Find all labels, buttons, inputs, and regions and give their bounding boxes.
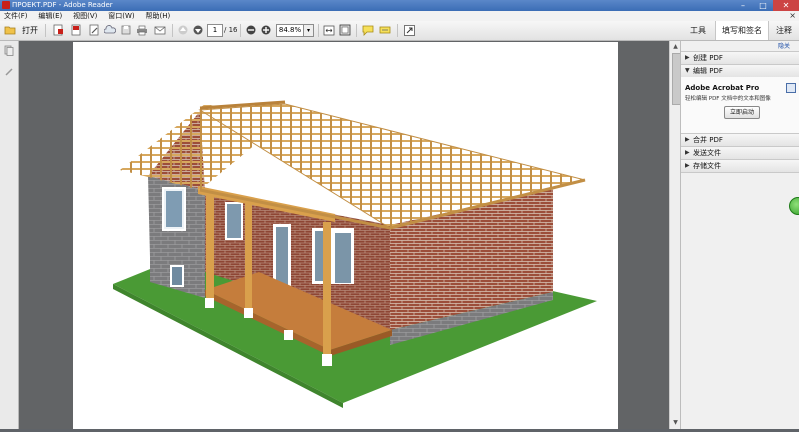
fit-width-icon[interactable] — [322, 23, 336, 37]
minimize-button[interactable]: – — [733, 0, 753, 11]
scroll-up-arrow-icon[interactable]: ▲ — [671, 42, 680, 51]
tools-task-pane: 隐关 ▶ 创建 PDF ▼ 编辑 PDF Adobe Acrobat Pro 轻… — [680, 41, 799, 429]
section-create-pdf[interactable]: ▶ 创建 PDF — [681, 51, 799, 65]
title-bar: ПРОЕКТ.PDF - Adobe Reader – □ ✕ — [0, 0, 799, 11]
section-combine-pdf[interactable]: ▶ 合并 PDF — [681, 133, 799, 147]
acrobat-pro-promo: Adobe Acrobat Pro 轻松编辑 PDF 文档中的文本和图像 立即启… — [681, 77, 799, 138]
section-label: 存储文件 — [693, 162, 721, 170]
export-pdf-icon[interactable] — [69, 23, 83, 37]
close-window-button[interactable]: ✕ — [773, 0, 799, 11]
maximize-button[interactable]: □ — [753, 0, 773, 11]
create-pdf-icon[interactable] — [51, 23, 65, 37]
start-now-button[interactable]: 立即启动 — [724, 106, 760, 119]
section-store-files[interactable]: ▶ 存储文件 — [681, 159, 799, 173]
window-title: ПРОЕКТ.PDF - Adobe Reader — [12, 1, 113, 9]
highlighter-icon[interactable] — [378, 23, 392, 37]
menu-window[interactable]: 窗口(W) — [104, 11, 138, 21]
toolbar-divider — [397, 24, 398, 37]
expand-arrow-icon: ▶ — [685, 162, 690, 169]
promo-description: 轻松编辑 PDF 文档中的文本和图像 — [685, 96, 771, 102]
save-icon[interactable] — [119, 23, 133, 37]
window-controls: – □ ✕ — [733, 0, 799, 11]
collapse-arrow-icon: ▼ — [685, 67, 690, 74]
open-label: 打开 — [22, 25, 38, 35]
fit-page-icon[interactable] — [338, 23, 352, 37]
house-framing-illustration — [113, 100, 597, 408]
tab-comment[interactable]: 注释 — [770, 21, 798, 40]
menu-view[interactable]: 视图(V) — [69, 11, 101, 21]
pdf-page[interactable] — [73, 42, 618, 429]
expand-arrow-icon: ▶ — [685, 54, 690, 61]
promo-title: Adobe Acrobat Pro — [685, 84, 760, 92]
tab-fill-and-sign[interactable]: 填写和签名 — [715, 21, 769, 40]
edit-document-icon[interactable] — [87, 23, 101, 37]
folder-open-icon[interactable] — [3, 23, 17, 37]
cloud-upload-icon[interactable] — [103, 23, 117, 37]
section-label: 创建 PDF — [693, 54, 723, 62]
arrow-up-icon[interactable] — [177, 23, 189, 37]
hide-pane-link[interactable]: 隐关 — [778, 41, 790, 50]
toolbar: 打开 1 / 16 84.8% ▾ — [0, 21, 799, 41]
expand-icon[interactable] — [402, 23, 416, 37]
printer-icon[interactable] — [135, 23, 149, 37]
expand-arrow-icon: ▶ — [685, 136, 690, 143]
open-button[interactable]: 打开 — [19, 23, 41, 37]
adobe-reader-app-icon — [2, 1, 10, 9]
toolbar-divider — [172, 24, 173, 37]
menu-file[interactable]: 文件(F) — [0, 11, 32, 21]
page-number-input[interactable]: 1 — [207, 24, 223, 37]
expand-arrow-icon: ▶ — [685, 149, 690, 156]
speech-bubble-icon[interactable] — [361, 23, 375, 37]
menu-help[interactable]: 帮助(H) — [142, 11, 175, 21]
email-icon[interactable] — [153, 23, 167, 37]
tab-tools[interactable]: 工具 — [683, 21, 713, 40]
section-send-files[interactable]: ▶ 发送文件 — [681, 146, 799, 160]
minus-icon[interactable] — [245, 23, 257, 37]
menu-edit[interactable]: 编辑(E) — [34, 11, 66, 21]
page-thumbnails-icon[interactable] — [4, 45, 14, 56]
arrow-down-icon[interactable] — [192, 23, 204, 37]
section-edit-pdf[interactable]: ▼ 编辑 PDF — [681, 64, 799, 78]
attachments-icon[interactable] — [4, 67, 14, 77]
left-navigation-pane — [0, 41, 19, 429]
scroll-down-arrow-icon[interactable]: ▼ — [671, 418, 680, 427]
toolbar-divider — [318, 24, 319, 37]
close-document-button[interactable]: × — [789, 11, 796, 21]
toolbar-divider — [240, 24, 241, 37]
toolbar-divider — [45, 24, 46, 37]
section-label: 发送文件 — [693, 149, 721, 157]
zoom-input[interactable]: 84.8% — [276, 24, 304, 37]
plus-icon[interactable] — [260, 23, 272, 37]
edit-text-icon — [786, 83, 796, 93]
zoom-dropdown-button[interactable]: ▾ — [303, 24, 314, 37]
section-label: 合并 PDF — [693, 136, 723, 144]
section-label: 编辑 PDF — [693, 67, 723, 75]
page-total: / 16 — [224, 26, 238, 34]
toolbar-divider — [356, 24, 357, 37]
